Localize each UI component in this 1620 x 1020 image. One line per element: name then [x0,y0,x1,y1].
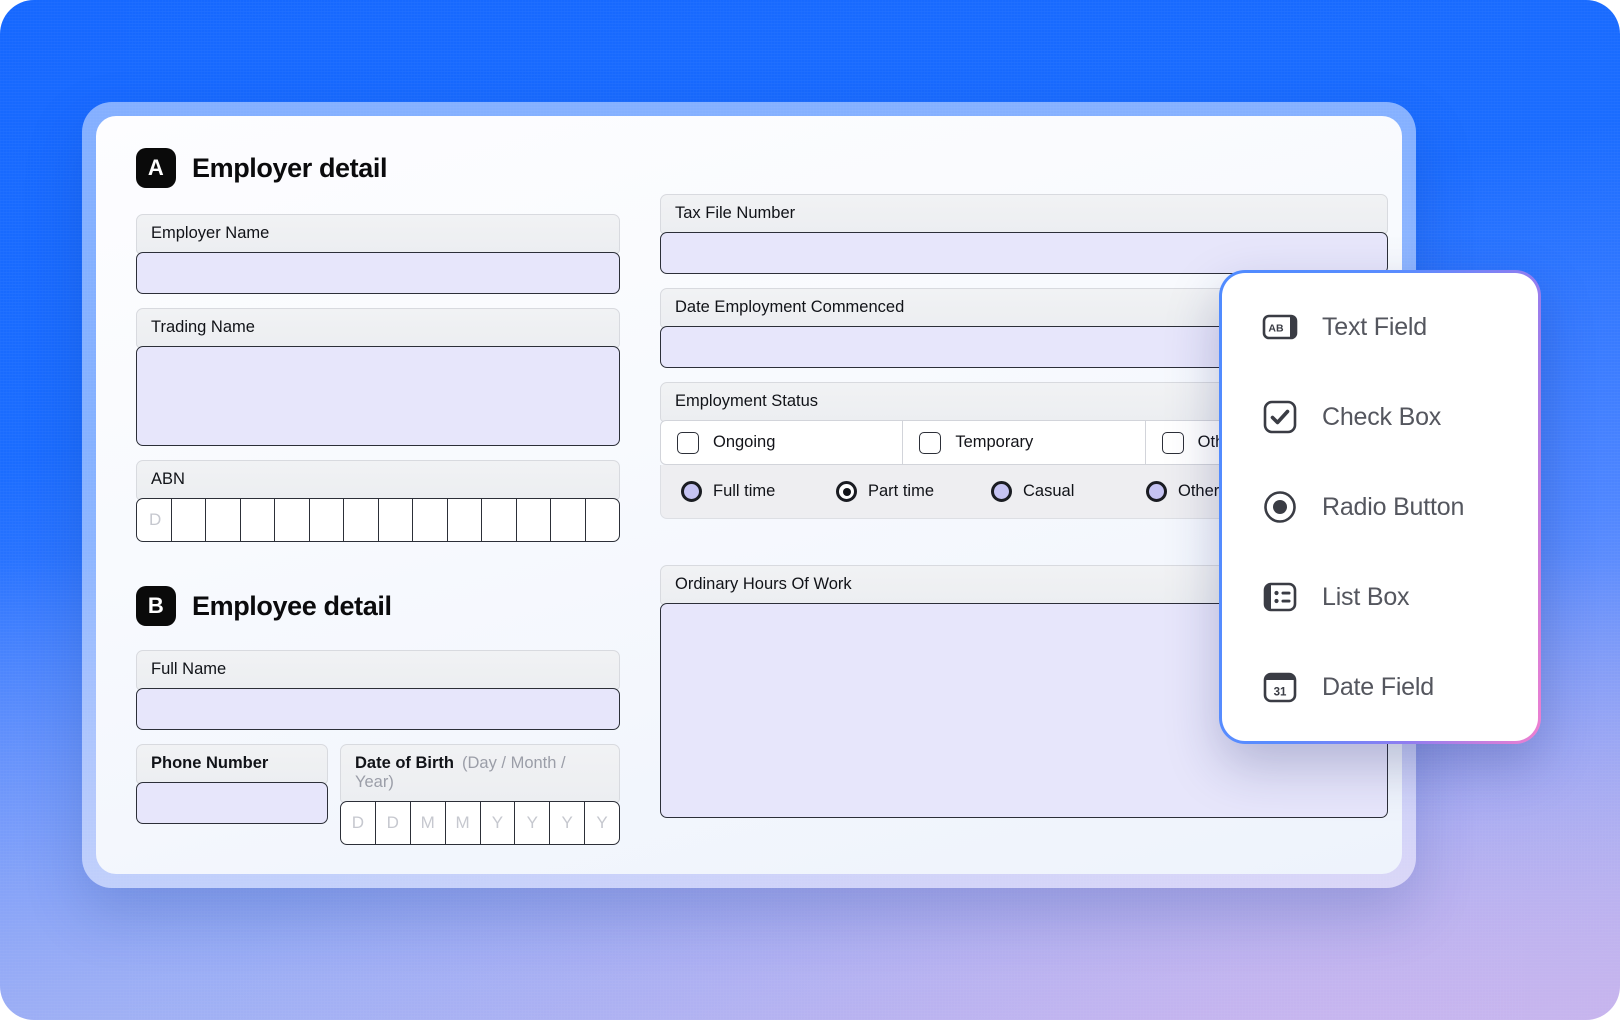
check-box-icon[interactable] [1161,431,1184,454]
abn-cell-4[interactable] [275,499,310,541]
form-card-ring: A Employer detail Employer Name Trading … [82,102,1416,888]
section-badge-a: A [136,148,176,188]
row-phone-dob: Phone Number Date of Birth (Day / Month /… [136,744,620,845]
palette-item-label: Radio Button [1322,492,1465,521]
app-root: A Employer detail Employer Name Trading … [0,0,1620,1020]
section-header-employee: B Employee detail [136,586,620,626]
field-tax-file-number: Tax File Number [660,194,1388,274]
dob-cell-1[interactable]: D [376,802,411,844]
check-box-icon[interactable] [919,431,942,454]
palette-item-label: List Box [1322,582,1410,611]
palette-item-list-box[interactable]: List Box [1260,577,1538,617]
field-employer-name: Employer Name [136,214,620,294]
text-field-icon: AB [1260,307,1300,347]
label-abn: ABN [136,460,620,500]
abn-cell-0[interactable]: D [137,499,172,541]
radio-label: Casual [1023,482,1075,500]
radio-label: Part time [868,482,935,500]
abn-cell-7[interactable] [379,499,413,541]
label-date-of-birth: Date of Birth (Day / Month / Year) [340,744,620,803]
field-trading-name: Trading Name [136,308,620,446]
section-title-employee: Employee detail [192,590,392,621]
radio-item-2[interactable]: Casual [991,481,1146,502]
abn-cell-8[interactable] [413,499,448,541]
radio-item-0[interactable]: Full time [681,481,836,502]
form-card: A Employer detail Employer Name Trading … [96,116,1402,874]
dob-cell-0[interactable]: D [341,802,376,844]
label-tax-file-number: Tax File Number [660,194,1388,234]
radio-label: Full time [713,482,776,500]
abn-cell-3[interactable] [241,499,275,541]
input-trading-name[interactable] [136,346,620,446]
svg-text:31: 31 [1274,687,1287,699]
section-badge-b: B [136,586,176,626]
field-abn: ABN D [136,460,620,542]
left-column: A Employer detail Employer Name Trading … [136,148,620,845]
label-full-name: Full Name [136,650,620,690]
check-box-icon[interactable] [677,431,699,454]
abn-cell-13[interactable] [586,499,620,541]
palette-item-text-field[interactable]: AB Text Field [1260,307,1538,347]
palette-item-label: Date Field [1322,672,1434,701]
input-abn-cells[interactable]: D [136,498,620,542]
checkbox-cell-0[interactable]: Ongoing [661,421,904,464]
radio-button-icon [1260,487,1300,527]
abn-cell-6[interactable] [344,499,379,541]
date-field-icon: 31 [1260,667,1300,707]
list-box-icon [1260,577,1300,617]
svg-text:AB: AB [1268,322,1284,334]
abn-cell-10[interactable] [482,499,517,541]
radio-label: Other [1178,482,1220,500]
field-date-of-birth: Date of Birth (Day / Month / Year) DDMMYY… [340,744,620,845]
dob-cell-6[interactable]: Y [550,802,586,844]
checkbox-cell-1[interactable]: Temporary [903,421,1146,464]
label-trading-name: Trading Name [136,308,620,348]
input-employer-name[interactable] [136,252,620,294]
dob-cell-5[interactable]: Y [515,802,551,844]
radio-button-icon[interactable] [991,481,1012,502]
check-box-icon [1260,397,1300,437]
input-dob-cells[interactable]: DDMMYYYY [340,801,620,845]
radio-button-icon[interactable] [1146,481,1167,502]
dob-cell-4[interactable]: Y [481,802,516,844]
palette-item-radio-button[interactable]: Radio Button [1260,487,1538,527]
dob-cell-7[interactable]: Y [585,802,619,844]
dob-cell-3[interactable]: M [446,802,481,844]
palette-item-check-box[interactable]: Check Box [1260,397,1538,437]
input-full-name[interactable] [136,688,620,730]
checkbox-label: Temporary [955,433,1034,451]
label-phone-number: Phone Number [136,744,328,784]
label-dob-text: Date of Birth [355,754,454,772]
checkbox-label: Ongoing [713,433,776,451]
input-phone-number[interactable] [136,782,328,824]
field-phone-number: Phone Number [136,744,328,845]
abn-cell-5[interactable] [310,499,344,541]
abn-cell-1[interactable] [172,499,206,541]
field-type-palette: AB Text Field Check Box Radio Button List Bo… [1219,270,1541,744]
field-type-palette-list: AB Text Field Check Box Radio Button List Bo… [1222,273,1538,741]
dob-cell-2[interactable]: M [411,802,446,844]
abn-cell-9[interactable] [448,499,482,541]
label-employer-name: Employer Name [136,214,620,254]
abn-cell-2[interactable] [206,499,241,541]
palette-item-date-field[interactable]: 31 Date Field [1260,667,1538,707]
section-header-employer: A Employer detail [136,148,620,188]
field-full-name: Full Name [136,650,620,730]
palette-item-label: Check Box [1322,402,1442,431]
input-tax-file-number[interactable] [660,232,1388,274]
palette-item-label: Text Field [1322,312,1427,341]
abn-cell-11[interactable] [517,499,551,541]
radio-button-icon[interactable] [681,481,702,502]
section-title-employer: Employer detail [192,152,388,183]
radio-button-icon[interactable] [836,481,857,502]
abn-cell-12[interactable] [551,499,586,541]
radio-item-1[interactable]: Part time [836,481,991,502]
